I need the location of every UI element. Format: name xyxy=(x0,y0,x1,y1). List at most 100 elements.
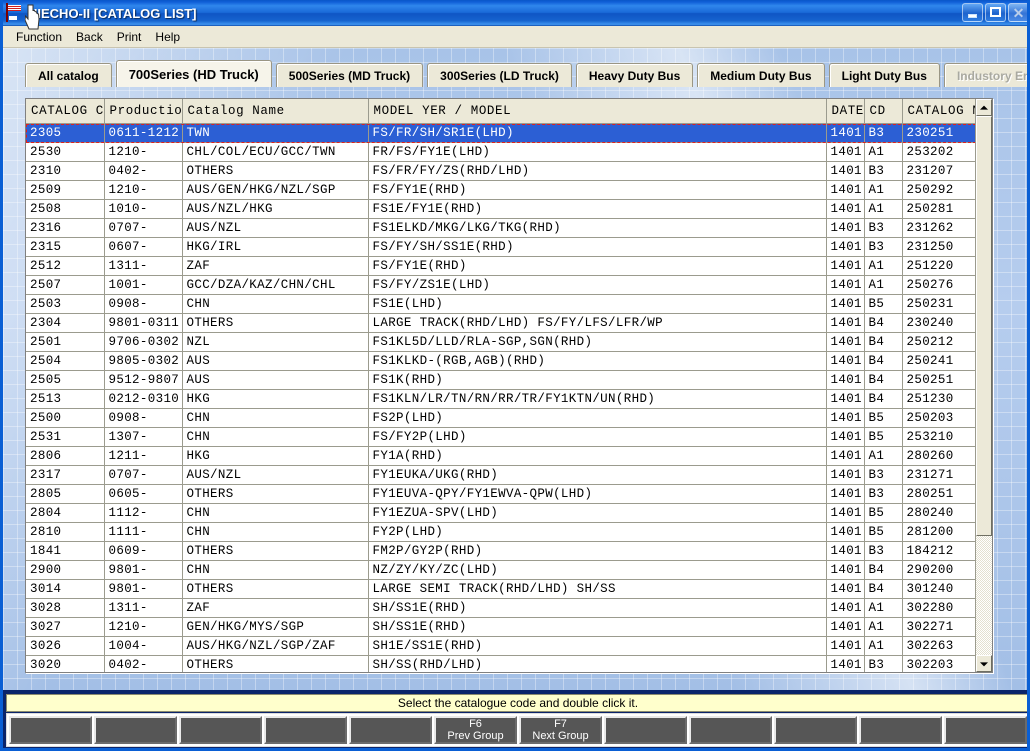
function-key-slot-4[interactable] xyxy=(264,716,347,744)
table-row[interactable]: 25019706-0302NZLFS1KL5D/LLD/RLA-SGP,SGN(… xyxy=(26,333,975,352)
scrollbar-track[interactable] xyxy=(976,116,992,655)
table-cell: ZAF xyxy=(182,599,368,618)
function-key-slot-10[interactable] xyxy=(774,716,857,744)
table-row[interactable]: 23170707-AUS/NZLFY1EUKA/UKG(RHD)1401B323… xyxy=(26,466,975,485)
table-cell: 2810 xyxy=(26,523,104,542)
column-header-catalog-code[interactable]: CATALOG C xyxy=(26,99,104,124)
table-row[interactable]: 25311307-CHNFS/FY2P(LHD)1401B5253210 xyxy=(26,428,975,447)
table-row[interactable]: 25030908-CHNFS1E(LHD)1401B5250231 xyxy=(26,295,975,314)
table-row[interactable]: 28041112-CHNFY1EZUA-SPV(LHD)1401B5280240 xyxy=(26,504,975,523)
table-row[interactable]: 28050605-OTHERSFY1EUVA-QPY/FY1EWVA-QPW(L… xyxy=(26,485,975,504)
table-cell: 2804 xyxy=(26,504,104,523)
table-cell: 2317 xyxy=(26,466,104,485)
table-cell: B5 xyxy=(864,409,902,428)
table-cell: 2310 xyxy=(26,162,104,181)
table-row[interactable]: 23160707-AUS/NZLFS1ELKD/MKG/LKG/TKG(RHD)… xyxy=(26,219,975,238)
function-key-slot-8[interactable] xyxy=(604,716,687,744)
table-row[interactable]: 30200402-OTHERSSH/SS(RHD/LHD)1401B330220… xyxy=(26,656,975,673)
table-cell: 302263 xyxy=(902,637,975,656)
table-cell: CHN xyxy=(182,523,368,542)
column-header-date[interactable]: DATE xyxy=(826,99,864,124)
column-header-cd[interactable]: CD xyxy=(864,99,902,124)
function-key-slot-3[interactable] xyxy=(179,716,262,744)
function-key-f7[interactable]: F7Next Group xyxy=(519,716,602,744)
function-key-bar: F6Prev GroupF7Next Group xyxy=(6,713,1030,747)
table-row[interactable]: 30271210-GEN/HKG/MYS/SGPSH/SS1E(RHD)1401… xyxy=(26,618,975,637)
table-row[interactable]: 28101111-CHNFY2P(LHD)1401B5281200 xyxy=(26,523,975,542)
function-key-code: F7 xyxy=(554,718,567,730)
table-row[interactable]: 30281311-ZAFSH/SS1E(RHD)1401A1302280 xyxy=(26,599,975,618)
table-cell: 1401 xyxy=(826,580,864,599)
table-cell: NZ/ZY/KY/ZC(LHD) xyxy=(368,561,826,580)
table-cell: CHL/COL/ECU/GCC/TWN xyxy=(182,143,368,162)
menu-item-function[interactable]: Function xyxy=(9,28,69,46)
table-row[interactable]: 25059512-9807AUSFS1K(RHD)1401B4250251 xyxy=(26,371,975,390)
table-row[interactable]: 30149801-OTHERSLARGE SEMI TRACK(RHD/LHD)… xyxy=(26,580,975,599)
menu-item-back[interactable]: Back xyxy=(69,28,110,46)
function-key-f6[interactable]: F6Prev Group xyxy=(434,716,517,744)
tab-heavy-duty-bus[interactable]: Heavy Duty Bus xyxy=(576,63,693,87)
tab-500series-md-truck[interactable]: 500Series (MD Truck) xyxy=(276,63,423,87)
tab-light-duty-bus[interactable]: Light Duty Bus xyxy=(829,63,940,87)
table-row[interactable]: 25121311-ZAFFS/FY1E(RHD)1401A1251220 xyxy=(26,257,975,276)
table-cell: 231271 xyxy=(902,466,975,485)
function-key-slot-11[interactable] xyxy=(859,716,942,744)
tab-300series-ld-truck[interactable]: 300Series (LD Truck) xyxy=(427,63,572,87)
function-key-slot-1[interactable] xyxy=(9,716,92,744)
table-row[interactable]: 25091210-AUS/GEN/HKG/NZL/SGPFS/FY1E(RHD)… xyxy=(26,181,975,200)
table-cell: 1401 xyxy=(826,447,864,466)
menu-item-help[interactable]: Help xyxy=(148,28,187,46)
table-cell: 1401 xyxy=(826,466,864,485)
table-cell: 1401 xyxy=(826,181,864,200)
table-row[interactable]: 23150607-HKG/IRLFS/FY/SH/SS1E(RHD)1401B3… xyxy=(26,238,975,257)
table-cell: 230251 xyxy=(902,124,975,143)
function-key-slot-5[interactable] xyxy=(349,716,432,744)
table-cell: B4 xyxy=(864,580,902,599)
table-row[interactable]: 25301210-CHL/COL/ECU/GCC/TWNFR/FS/FY1E(L… xyxy=(26,143,975,162)
catalog-grid-viewport[interactable]: CATALOG C Productio Catalog Name MODEL Y… xyxy=(26,99,975,672)
function-key-slot-2[interactable] xyxy=(94,716,177,744)
column-header-production[interactable]: Productio xyxy=(104,99,182,124)
scroll-down-button[interactable] xyxy=(976,655,992,672)
column-header-catalog-no[interactable]: CATALOG N xyxy=(902,99,975,124)
tab-all-catalog[interactable]: All catalog xyxy=(25,63,112,87)
table-row[interactable]: 23100402-OTHERSFS/FR/FY/ZS(RHD/LHD)1401B… xyxy=(26,162,975,181)
table-row[interactable]: 30261004-AUS/HKG/NZL/SGP/ZAFSH1E/SS1E(RH… xyxy=(26,637,975,656)
tab-700series-hd-truck[interactable]: 700Series (HD Truck) xyxy=(116,60,272,87)
table-cell: 2503 xyxy=(26,295,104,314)
table-row[interactable]: 23050611-1212TWNFS/FR/SH/SR1E(LHD)1401B3… xyxy=(26,124,975,143)
tab-industory-engine: Industory Engine xyxy=(944,63,1030,87)
vertical-scrollbar[interactable] xyxy=(975,99,992,672)
table-cell: 3014 xyxy=(26,580,104,599)
scrollbar-thumb[interactable] xyxy=(976,116,992,536)
table-cell: 1210- xyxy=(104,143,182,162)
scroll-up-button[interactable] xyxy=(976,99,992,116)
table-cell: 250251 xyxy=(902,371,975,390)
table-cell: 9801-0311 xyxy=(104,314,182,333)
table-cell: AUS/GEN/HKG/NZL/SGP xyxy=(182,181,368,200)
function-key-slot-9[interactable] xyxy=(689,716,772,744)
table-row[interactable]: 25049805-0302AUSFS1KLKD-(RGB,AGB)(RHD)14… xyxy=(26,352,975,371)
column-header-model-year-model[interactable]: MODEL YER / MODEL xyxy=(368,99,826,124)
table-cell: 2504 xyxy=(26,352,104,371)
table-row[interactable]: 25071001-GCC/DZA/KAZ/CHN/CHLFS/FY/ZS1E(L… xyxy=(26,276,975,295)
table-row[interactable]: 18410609-OTHERSFM2P/GY2P(RHD)1401B318421… xyxy=(26,542,975,561)
menu-item-print[interactable]: Print xyxy=(110,28,149,46)
table-row[interactable]: 25081010-AUS/NZL/HKGFS1E/FY1E(RHD)1401A1… xyxy=(26,200,975,219)
tab-medium-duty-bus[interactable]: Medium Duty Bus xyxy=(697,63,824,87)
table-cell: 1401 xyxy=(826,409,864,428)
table-row[interactable]: 23049801-0311OTHERSLARGE TRACK(RHD/LHD) … xyxy=(26,314,975,333)
table-cell: 9801- xyxy=(104,580,182,599)
column-header-catalog-name[interactable]: Catalog Name xyxy=(182,99,368,124)
table-cell: 1401 xyxy=(826,523,864,542)
table-row[interactable]: 29009801-CHNNZ/ZY/KY/ZC(LHD)1401B4290200 xyxy=(26,561,975,580)
minimize-button[interactable] xyxy=(962,3,983,22)
maximize-button[interactable] xyxy=(985,3,1006,22)
table-cell: 0707- xyxy=(104,219,182,238)
table-row[interactable]: 28061211-HKGFY1A(RHD)1401A1280260 xyxy=(26,447,975,466)
function-key-slot-12[interactable] xyxy=(944,716,1027,744)
client-area: All catalog 700Series (HD Truck) 500Seri… xyxy=(3,48,1030,690)
close-button[interactable]: ✕ xyxy=(1008,3,1029,22)
table-row[interactable]: 25130212-0310HKGFS1KLN/LR/TN/RN/RR/TR/FY… xyxy=(26,390,975,409)
table-row[interactable]: 25000908-CHNFS2P(LHD)1401B5250203 xyxy=(26,409,975,428)
